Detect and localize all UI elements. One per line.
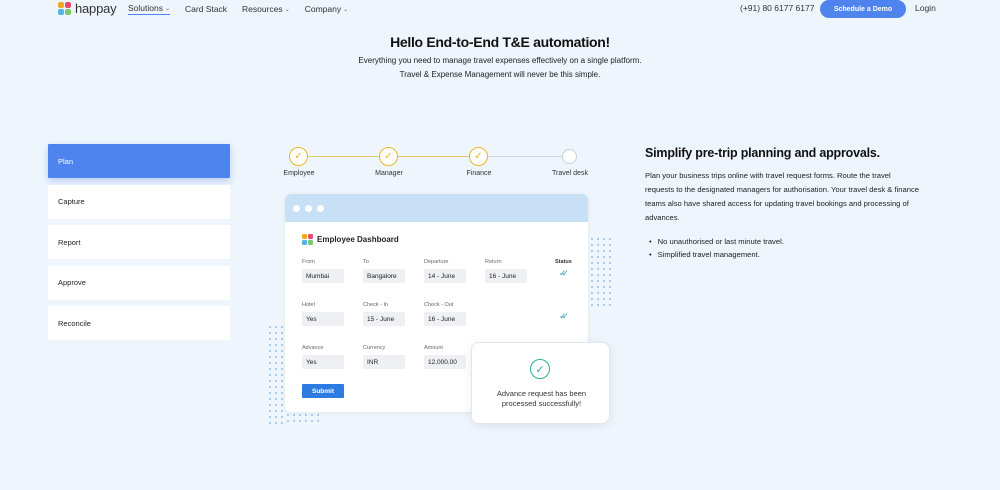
dashboard-title: Employee Dashboard	[302, 234, 399, 245]
step-connector	[488, 156, 562, 157]
tab-approve[interactable]: Approve	[48, 265, 230, 300]
amount-label: Amount	[424, 345, 443, 351]
status-header: Status	[555, 259, 572, 265]
pending-circle-icon	[562, 149, 577, 164]
happay-logo-icon	[58, 1, 72, 16]
feature-tabs: Plan Capture Report Approve Reconcile	[48, 144, 230, 347]
logo-text: happay	[75, 1, 117, 16]
top-nav: happay Solutions ⌄ Card Stack Resources ⌄ …	[0, 0, 1000, 18]
checkin-field[interactable]: 15 - June	[363, 312, 405, 326]
schedule-demo-button[interactable]: Schedule a Demo	[820, 0, 906, 18]
check-icon: ✓	[379, 147, 398, 166]
return-field[interactable]: 16 - June	[485, 269, 527, 283]
hotel-label: Hotel	[302, 302, 315, 308]
submit-button[interactable]: Submit	[302, 384, 344, 398]
tab-plan[interactable]: Plan	[48, 144, 230, 178]
window-dot-icon	[305, 204, 312, 212]
step-label-travel-desk: Travel desk	[552, 170, 588, 177]
tab-report[interactable]: Report	[48, 225, 230, 259]
to-field[interactable]: Bangalore	[363, 269, 405, 283]
checkout-field[interactable]: 16 - June	[424, 312, 466, 326]
detail-title: Simplify pre-trip planning and approvals…	[645, 146, 880, 160]
return-label: Return	[485, 259, 502, 265]
departure-field[interactable]: 14 - June	[424, 269, 466, 283]
detail-paragraph: Plan your business trips online with tra…	[645, 171, 919, 222]
hotel-field[interactable]: Yes	[302, 312, 344, 326]
happay-logo-icon	[302, 234, 313, 245]
double-check-icon: ✓✓	[559, 268, 569, 278]
chevron-down-icon: ⌄	[343, 6, 349, 13]
to-label: To	[363, 259, 369, 265]
check-icon: ✓	[289, 147, 308, 166]
phone-number[interactable]: (+91) 80 6177 6177	[740, 3, 814, 13]
nav-links: Solutions ⌄ Card Stack Resources ⌄ Company…	[128, 3, 363, 15]
advance-label: Advance	[302, 345, 324, 351]
from-field[interactable]: Mumbai	[302, 269, 344, 283]
currency-field[interactable]: INR	[363, 355, 405, 369]
success-message: Advance request has been processed succe…	[496, 389, 587, 408]
step-label-manager: Manager	[375, 170, 403, 177]
chevron-down-icon: ⌄	[164, 5, 170, 12]
step-label-employee: Employee	[283, 170, 315, 177]
window-dot-icon	[293, 204, 300, 212]
step-label-finance: Finance	[466, 170, 492, 177]
dot-pattern-left	[267, 324, 285, 424]
departure-label: Departure	[424, 259, 449, 265]
tab-capture[interactable]: Capture	[48, 184, 230, 219]
currency-label: Currency	[363, 345, 386, 351]
nav-link-solutions[interactable]: Solutions ⌄	[128, 3, 170, 15]
success-popup: ✓ Advance request has been processed suc…	[471, 342, 610, 424]
advance-field[interactable]: Yes	[302, 355, 344, 369]
from-label: From	[302, 259, 315, 265]
tab-reconcile[interactable]: Reconcile	[48, 306, 230, 340]
nav-link-card-stack[interactable]: Card Stack	[185, 3, 227, 15]
hero-subtitle-line1: Everything you need to manage travel exp…	[358, 56, 642, 65]
window-dot-icon	[317, 204, 324, 212]
checkout-label: Check - Out	[424, 302, 454, 308]
approval-stepper: ✓ ✓ ✓ Employee Manager Finance Travel de…	[280, 146, 610, 186]
detail-bullets: No unauthorised or last minute travel. S…	[649, 237, 784, 263]
window-title-bar	[285, 194, 588, 222]
list-item: Simplified travel management.	[649, 250, 784, 259]
check-icon: ✓	[469, 147, 488, 166]
chevron-down-icon: ⌄	[284, 6, 290, 13]
step-connector	[398, 156, 470, 157]
dot-pattern-bottom	[285, 412, 319, 426]
hero-title: Hello End-to-End T&E automation!	[390, 34, 610, 50]
dot-pattern-right	[589, 236, 611, 308]
amount-field[interactable]: 12,000.00	[424, 355, 466, 369]
happay-logo[interactable]: happay	[58, 1, 117, 16]
step-connector	[308, 156, 380, 157]
checkin-label: Check - In	[363, 302, 389, 308]
hero-subtitle-line2: Travel & Expense Management will never b…	[399, 70, 601, 79]
nav-link-company[interactable]: Company ⌄	[305, 3, 348, 15]
login-link[interactable]: Login	[915, 3, 936, 13]
list-item: No unauthorised or last minute travel.	[649, 237, 784, 246]
success-check-icon: ✓	[530, 359, 550, 379]
double-check-icon: ✓✓	[559, 311, 569, 321]
nav-link-resources[interactable]: Resources ⌄	[242, 3, 290, 15]
